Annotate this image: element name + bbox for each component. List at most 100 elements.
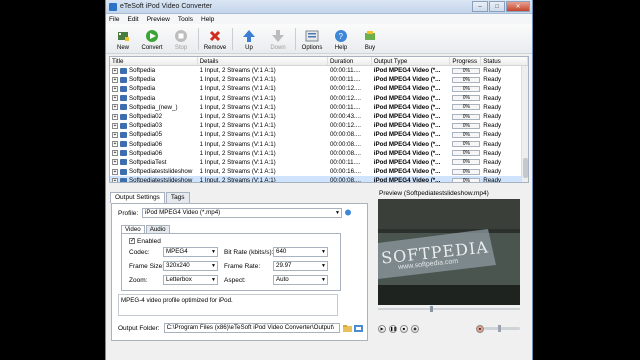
table-row[interactable]: + Softpediatestslideshow 1 Input, 2 Stream… — [110, 167, 528, 176]
close-button[interactable]: ✕ — [506, 1, 530, 12]
row-output-type[interactable]: iPod MPEG4 Video (*... — [372, 168, 451, 175]
row-output-type[interactable]: iPod MPEG4 Video (*... — [372, 104, 451, 111]
expand-icon[interactable]: + — [112, 95, 118, 102]
table-row[interactable]: + Softpediatestslideshow 1 Input, 2 Stream… — [110, 176, 528, 182]
expand-icon[interactable]: + — [112, 85, 118, 92]
row-output-type[interactable]: iPod MPEG4 Video (*... — [372, 141, 451, 148]
preview-seek-bar[interactable] — [378, 305, 520, 313]
profile-select[interactable]: iPod MPEG4 Video (*.mp4) ▼ — [142, 208, 342, 218]
profile-settings-icon[interactable] — [344, 208, 352, 217]
expand-icon[interactable]: + — [112, 131, 118, 138]
pause-icon[interactable]: ❚❚ — [389, 325, 397, 333]
stop-label: Stop — [174, 45, 188, 51]
play-icon — [145, 29, 159, 43]
expand-icon[interactable]: + — [112, 76, 118, 83]
aspect-label: Aspect: — [224, 277, 246, 284]
folder-icon[interactable] — [342, 324, 352, 333]
menu-tools[interactable]: Tools — [178, 16, 193, 23]
minimize-button[interactable]: – — [472, 1, 488, 12]
row-output-type[interactable]: iPod MPEG4 Video (*... — [372, 95, 451, 102]
table-row[interactable]: + Softpedia05 1 Input, 2 Streams (V:1 A:1)… — [110, 130, 528, 139]
zoom-select[interactable]: Letterbox ▼ — [163, 275, 218, 285]
table-row[interactable]: + Softpedia06 1 Input, 2 Streams (V:1 A:1)… — [110, 149, 528, 158]
expand-icon[interactable]: + — [112, 159, 118, 166]
expand-icon[interactable]: + — [112, 168, 118, 175]
title-bar[interactable]: eTeSoft iPod Video Converter – □ ✕ — [106, 0, 532, 14]
bitrate-select[interactable]: 640 ▼ — [273, 247, 328, 257]
table-row[interactable]: + Softpedia03 1 Input, 2 Streams (V:1 A:1)… — [110, 121, 528, 130]
row-output-type[interactable]: iPod MPEG4 Video (*... — [372, 150, 451, 157]
help-button[interactable]: ? Help — [327, 29, 355, 51]
up-button[interactable]: Up — [235, 29, 263, 51]
row-output-type[interactable]: iPod MPEG4 Video (*... — [372, 85, 451, 92]
maximize-button[interactable]: □ — [489, 1, 505, 12]
expand-icon[interactable]: + — [112, 150, 118, 157]
row-output-type[interactable]: iPod MPEG4 Video (*... — [372, 122, 451, 129]
down-button[interactable]: Down — [264, 29, 292, 51]
file-list[interactable]: Title Details Duration Output Type Progr… — [109, 56, 529, 183]
table-row[interactable]: + Softpedia06 1 Input, 2 Streams (V:1 A:1)… — [110, 140, 528, 149]
table-row[interactable]: + Softpedia02 1 Input, 2 Streams (V:1 A:1)… — [110, 112, 528, 121]
column-output-type[interactable]: Output Type — [372, 57, 451, 65]
open-folder-icon[interactable] — [353, 324, 363, 333]
table-row[interactable]: + Softpedia 1 Input, 2 Streams (V:1 A:1) 00… — [110, 75, 528, 84]
column-status[interactable]: Status — [481, 57, 528, 65]
expand-icon[interactable]: + — [112, 141, 118, 148]
enabled-checkbox[interactable]: ✓ — [129, 238, 135, 244]
expand-icon[interactable]: + — [112, 113, 118, 120]
table-row[interactable]: + SoftpediaTest 1 Input, 2 Streams (V:1 A:… — [110, 158, 528, 167]
options-button[interactable]: Options — [298, 29, 326, 51]
framesize-select[interactable]: 320x240 ▼ — [163, 261, 218, 271]
menu-file[interactable]: File — [109, 16, 119, 23]
volume-slider[interactable] — [484, 325, 520, 332]
video-preview[interactable]: SOFTPEDIA www.softpedia.com — [378, 199, 520, 305]
column-title[interactable]: Title — [110, 57, 198, 65]
volume-thumb[interactable] — [498, 325, 501, 332]
new-button[interactable]: New — [109, 29, 137, 51]
row-output-type[interactable]: iPod MPEG4 Video (*... — [372, 159, 451, 166]
row-output-type[interactable]: iPod MPEG4 Video (*... — [372, 177, 451, 182]
menu-help[interactable]: Help — [201, 16, 214, 23]
remove-button[interactable]: Remove — [201, 29, 229, 51]
scrollbar-thumb[interactable] — [523, 158, 528, 178]
column-details[interactable]: Details — [198, 57, 328, 65]
expand-icon[interactable]: + — [112, 122, 118, 129]
aspect-select[interactable]: Auto ▼ — [273, 275, 328, 285]
buy-button[interactable]: Buy — [356, 29, 384, 51]
expand-icon[interactable]: + — [112, 104, 118, 111]
file-list-scrollbar[interactable] — [521, 66, 528, 182]
video-file-icon — [120, 95, 127, 102]
row-output-type[interactable]: iPod MPEG4 Video (*... — [372, 67, 451, 74]
stop-icon[interactable]: ■ — [400, 325, 408, 333]
tab-output-settings[interactable]: Output Settings — [110, 192, 165, 203]
table-row[interactable]: + Softpedia 1 Input, 2 Streams (V:1 A:1) 00… — [110, 84, 528, 93]
table-row[interactable]: + Softpedia 1 Input, 2 Streams (V:1 A:1) 00… — [110, 66, 528, 75]
menu-preview[interactable]: Preview — [147, 16, 170, 23]
row-output-type[interactable]: iPod MPEG4 Video (*... — [372, 76, 451, 83]
mute-icon[interactable]: ● — [476, 325, 484, 333]
table-row[interactable]: + Softpedia 1 Input, 2 Streams (V:1 A:1) 00… — [110, 94, 528, 103]
toolbar: New Convert Stop Remove Up Down Options — [106, 24, 532, 54]
output-folder-input[interactable]: C:\Program Files (x86)\eTeSoft iPod Vide… — [163, 323, 340, 333]
convert-button[interactable]: Convert — [138, 29, 166, 51]
table-row[interactable]: + Softpedia_(new_) 1 Input, 2 Streams (V:1… — [110, 103, 528, 112]
stop-button[interactable]: Stop — [167, 29, 195, 51]
tab-tags[interactable]: Tags — [165, 192, 190, 203]
framerate-select[interactable]: 29.97 ▼ — [273, 261, 328, 271]
codec-select[interactable]: MPEG4 ▼ — [163, 247, 218, 257]
zoom-label: Zoom: — [129, 277, 148, 284]
row-title: Softpedia — [129, 85, 156, 93]
column-progress[interactable]: Progress — [450, 57, 482, 65]
row-details: 1 Input, 2 Streams (V:1 A:1) — [199, 85, 276, 93]
snapshot-icon[interactable]: ◉ — [411, 325, 419, 333]
row-output-type[interactable]: iPod MPEG4 Video (*... — [372, 113, 451, 120]
arrow-down-icon — [271, 29, 285, 43]
column-duration[interactable]: Duration — [328, 57, 372, 65]
expand-icon[interactable]: + — [112, 177, 118, 182]
menu-edit[interactable]: Edit — [127, 16, 138, 23]
play-icon[interactable]: ▶ — [378, 325, 386, 333]
row-progress-cell: 0% — [450, 67, 481, 74]
row-output-type[interactable]: iPod MPEG4 Video (*... — [372, 131, 451, 138]
help-label: Help — [334, 45, 348, 51]
expand-icon[interactable]: + — [112, 67, 118, 74]
